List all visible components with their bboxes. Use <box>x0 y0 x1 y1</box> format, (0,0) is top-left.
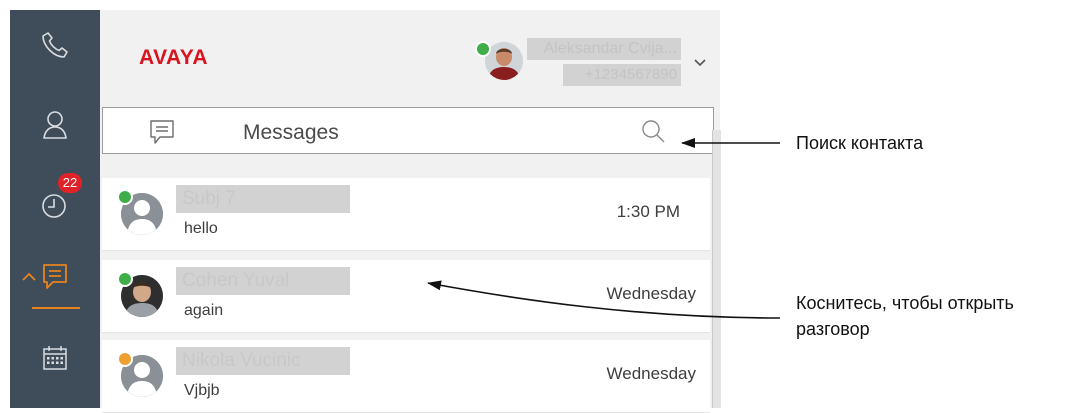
callout-arrows <box>427 138 781 319</box>
open-conversation-annotation-line2: разговор <box>796 319 870 339</box>
conversation-callout-arrow <box>427 280 781 319</box>
open-conversation-annotation-line1: Коснитесь, чтобы открыть <box>796 293 1014 313</box>
search-annotation: Поиск контакта <box>796 133 924 153</box>
